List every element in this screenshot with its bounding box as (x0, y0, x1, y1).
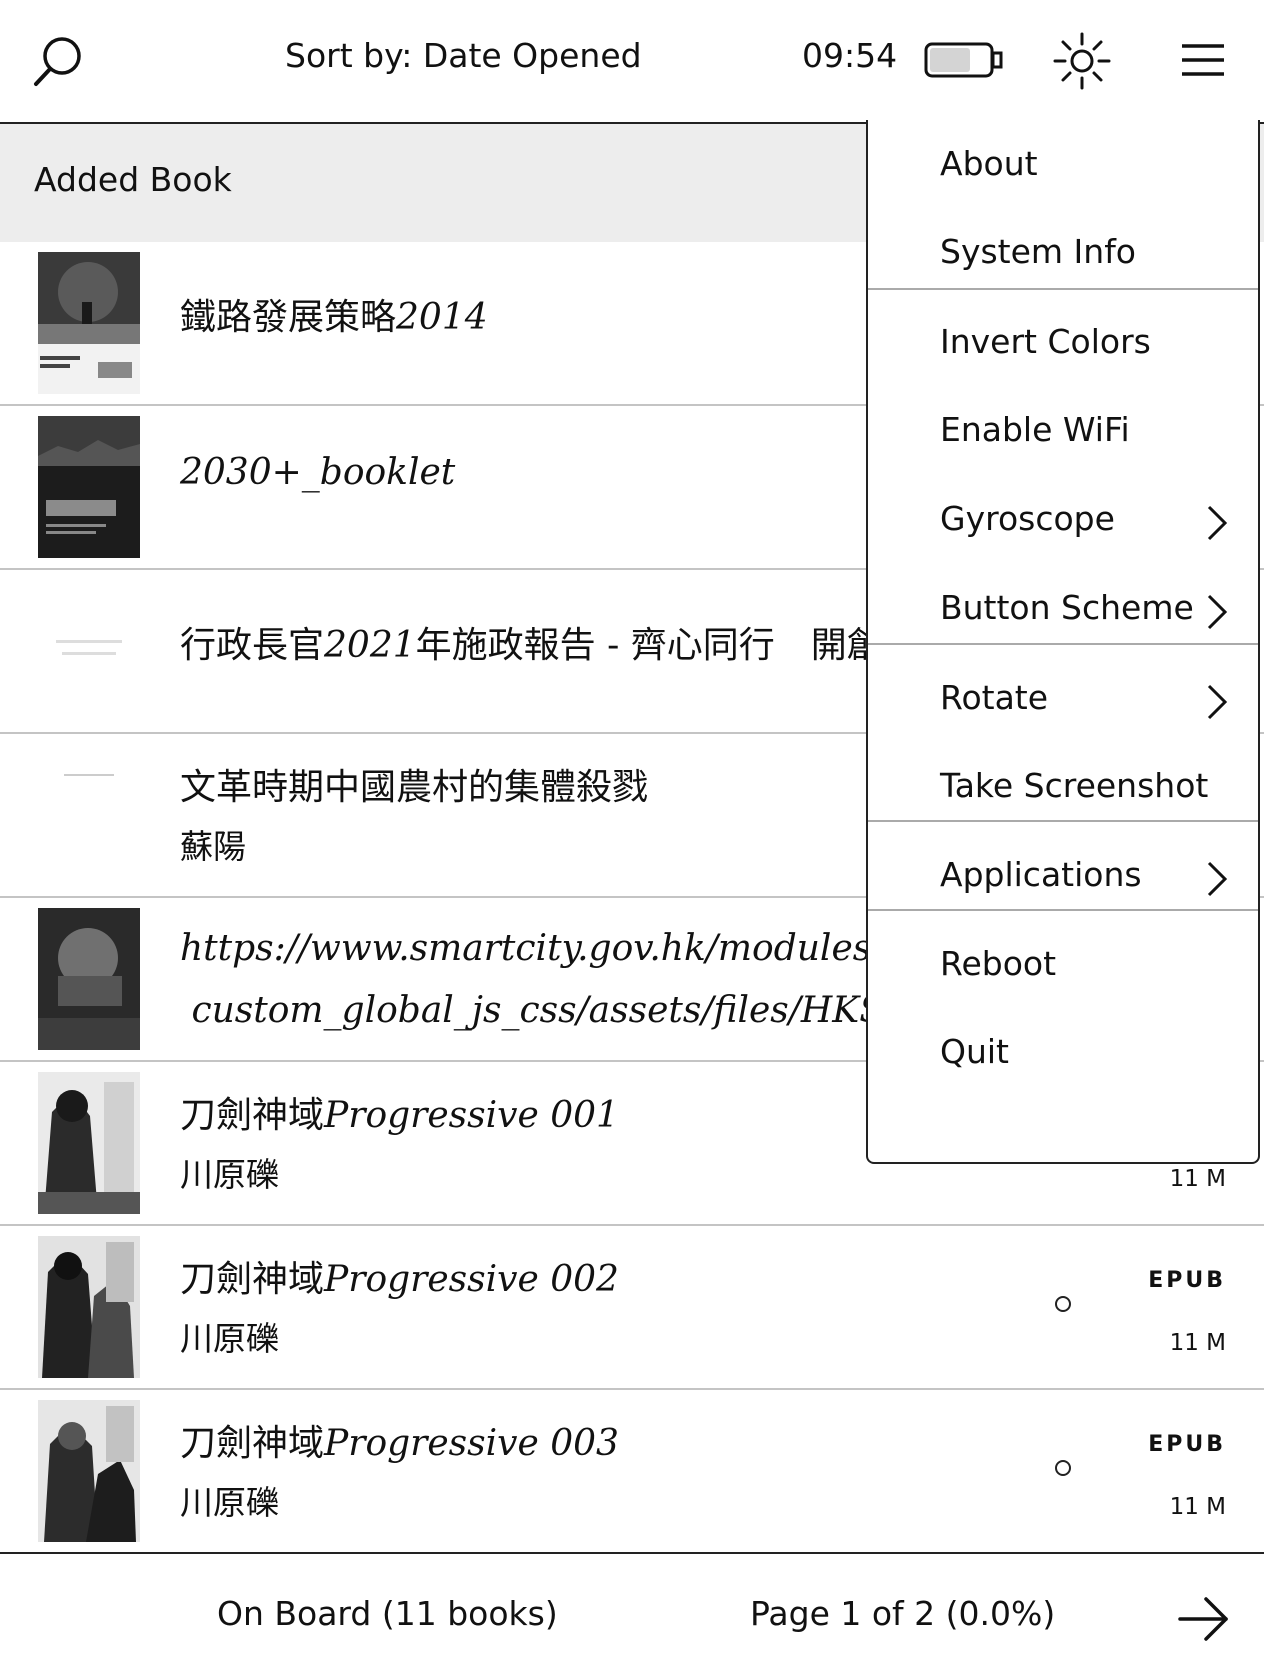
chevron-right-icon (1207, 684, 1228, 720)
clock: 09:54 (802, 36, 898, 75)
file-size: 11 M (1169, 1166, 1226, 1192)
bottom-bar: On Board (11 books) Page 1 of 2 (0.0%) (0, 1558, 1264, 1680)
chevron-right-icon (1207, 594, 1228, 630)
menu-item-invert-colors[interactable]: Invert Colors (868, 298, 1258, 392)
book-cover (38, 908, 140, 1050)
menu-item-rotate[interactable]: Rotate (868, 654, 1258, 748)
book-item[interactable]: 刀劍神域Progressive 003 川原礫 EPUB 11 M (0, 1390, 1264, 1554)
menu-item-gyroscope[interactable]: Gyroscope (868, 475, 1258, 569)
hamburger-menu-icon[interactable] (1180, 40, 1226, 80)
menu-separator (868, 909, 1258, 911)
menu-item-quit[interactable]: Quit (868, 1008, 1258, 1102)
battery-icon[interactable] (924, 40, 1004, 80)
chevron-right-icon (1207, 861, 1228, 897)
search-icon[interactable] (30, 34, 86, 90)
file-size: 11 M (1169, 1494, 1226, 1520)
main-menu: About System Info Invert Colors Enable W… (866, 120, 1260, 1164)
reading-status-icon (1055, 1296, 1071, 1312)
book-author: 川原礫 (180, 1319, 279, 1358)
file-format: EPUB (1148, 1268, 1226, 1293)
file-size: 11 M (1169, 1330, 1226, 1356)
top-bar: Sort by: Date Opened 09:54 (0, 0, 1264, 120)
next-page-arrow-icon[interactable] (1176, 1594, 1230, 1644)
menu-item-about[interactable]: About (868, 120, 1258, 214)
group-title: Added Book (34, 160, 232, 199)
book-cover (38, 416, 140, 558)
book-title: 刀劍神域Progressive 003 (180, 1423, 619, 1464)
book-cover (38, 1400, 140, 1542)
book-cover (38, 580, 140, 722)
book-cover (38, 744, 140, 886)
menu-item-reboot[interactable]: Reboot (868, 920, 1258, 1014)
chevron-right-icon (1207, 505, 1228, 541)
menu-separator (868, 288, 1258, 290)
book-item[interactable]: 刀劍神域Progressive 002 川原礫 EPUB 11 M (0, 1226, 1264, 1390)
book-author: 川原礫 (180, 1483, 279, 1522)
book-title: 刀劍神域Progressive 002 (180, 1259, 619, 1300)
sort-button[interactable]: Sort by: Date Opened (285, 36, 642, 75)
library-location-button[interactable]: On Board (11 books) (217, 1594, 558, 1633)
reading-status-icon (1055, 1460, 1071, 1476)
book-cover (38, 1072, 140, 1214)
book-cover (38, 1236, 140, 1378)
frontlight-icon[interactable] (1052, 31, 1112, 91)
book-author: 蘇陽 (180, 827, 246, 866)
menu-separator (868, 643, 1258, 645)
page-indicator[interactable]: Page 1 of 2 (0.0%) (750, 1594, 1055, 1633)
menu-item-enable-wifi[interactable]: Enable WiFi (868, 386, 1258, 480)
menu-separator (868, 820, 1258, 822)
book-cover (38, 252, 140, 394)
file-format: EPUB (1148, 1432, 1226, 1457)
book-author: 川原礫 (180, 1155, 279, 1194)
